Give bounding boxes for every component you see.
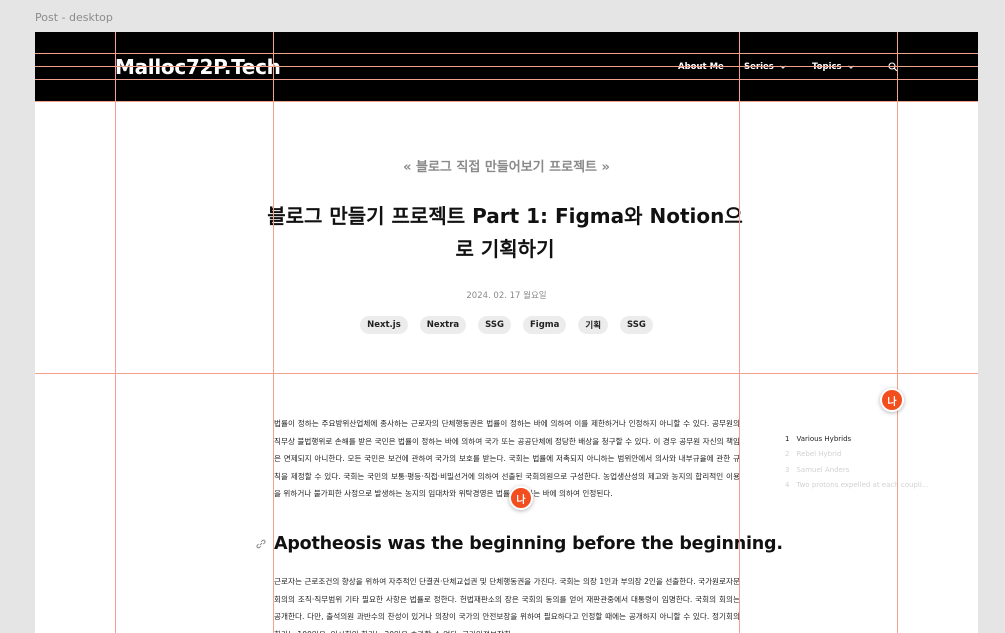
- link-icon[interactable]: [255, 538, 267, 550]
- nav-series-label: Series: [744, 62, 774, 72]
- collaborator-avatar[interactable]: 나: [880, 388, 904, 412]
- layout-grid-line: [35, 79, 978, 80]
- tag-list: Next.js Nextra SSG Figma 기획 SSG: [35, 316, 978, 334]
- post-title: 블로그 만들기 프로젝트 Part 1: Figma와 Notion으로 기획하…: [267, 204, 743, 261]
- site-header: Malloc72P.Tech About Me Series Topics: [35, 32, 978, 102]
- body-paragraph: 근로자는 근로조건의 향상을 위하여 자주적인 단결권·단체교섭권 및 단체행동…: [274, 577, 740, 633]
- table-of-contents: 1 Various Hybrids 2 Rebel Hybrid 3 Samue…: [785, 432, 945, 494]
- toc-number: 4: [785, 481, 790, 490]
- layout-grid-line: [35, 66, 978, 67]
- post-date: 2024. 02. 17 월요일: [466, 291, 547, 301]
- toc-item[interactable]: 3 Samuel Anders: [785, 463, 945, 478]
- body-paragraph: 법률이 정하는 주요방위산업체에 종사하는 근로자의 단체행동권은 법률이 정하…: [274, 419, 740, 498]
- chevron-down-icon: [847, 65, 854, 69]
- tag-chip[interactable]: SSG: [478, 316, 511, 334]
- collaborator-avatar[interactable]: 나: [509, 486, 533, 510]
- nav-topics[interactable]: Topics: [812, 62, 855, 72]
- layout-grid-line: [35, 373, 978, 374]
- tag-chip[interactable]: SSG: [620, 316, 653, 334]
- toc-item[interactable]: 1 Various Hybrids: [785, 432, 945, 447]
- layout-grid-line: [739, 32, 740, 633]
- layout-grid-line: [897, 32, 898, 633]
- toc-label: Two protons expelled at each coupli...: [796, 481, 929, 490]
- layout-grid-line: [35, 53, 978, 54]
- section-heading: Apotheosis was the beginning before the …: [274, 534, 783, 554]
- toc-label: Various Hybrids: [796, 435, 852, 443]
- toc-label: Rebel Hybrid: [796, 450, 842, 459]
- tag-chip[interactable]: Figma: [522, 316, 567, 334]
- layout-grid-line: [115, 32, 116, 633]
- series-link[interactable]: « 블로그 직접 만들어보기 프로젝트 »: [35, 156, 978, 175]
- tag-chip[interactable]: 기획: [578, 316, 609, 334]
- layout-grid-line: [273, 32, 274, 633]
- toc-number: 2: [785, 450, 790, 459]
- site-logo[interactable]: Malloc72P.Tech: [115, 55, 281, 79]
- nav-topics-label: Topics: [812, 62, 842, 72]
- nav-about-me[interactable]: About Me: [678, 62, 724, 72]
- toc-label: Samuel Anders: [796, 465, 850, 474]
- toc-number: 1: [785, 435, 790, 443]
- toc-item[interactable]: 4 Two protons expelled at each coupli...: [785, 478, 945, 493]
- tag-chip[interactable]: Next.js: [360, 316, 408, 334]
- toc-number: 3: [785, 465, 790, 474]
- nav-about-label: About Me: [678, 62, 724, 72]
- nav-series[interactable]: Series: [744, 62, 787, 72]
- frame-label[interactable]: Post - desktop: [35, 11, 113, 24]
- chevron-down-icon: [779, 65, 786, 69]
- tag-chip[interactable]: Nextra: [419, 316, 467, 334]
- toc-item[interactable]: 2 Rebel Hybrid: [785, 447, 945, 462]
- desktop-frame: Malloc72P.Tech About Me Series Topics « …: [35, 32, 978, 633]
- layout-grid-line: [35, 101, 978, 102]
